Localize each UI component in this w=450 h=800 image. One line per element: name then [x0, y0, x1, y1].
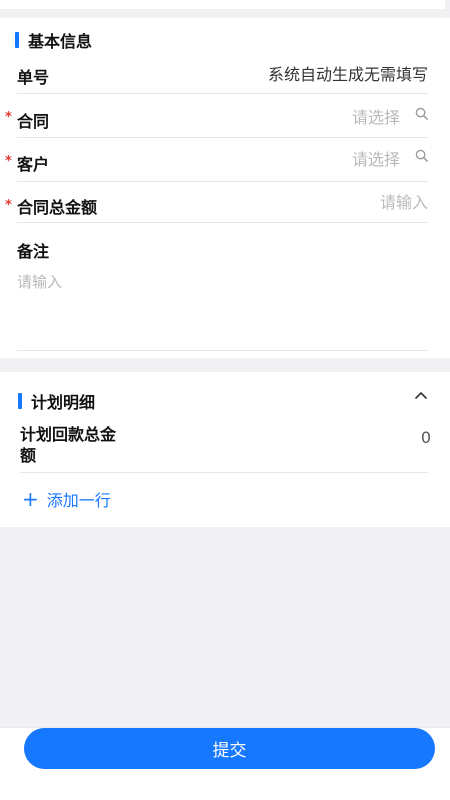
customer-label: 客户: [17, 155, 50, 174]
contract-total-row[interactable]: * 合同总金额 请输入: [0, 192, 450, 226]
required-mark: *: [5, 110, 12, 125]
plan-total-label: 计划回款总金 额: [20, 424, 116, 466]
plan-total-label-line2: 额: [20, 446, 37, 465]
contract-row[interactable]: * 合同 请选择: [0, 104, 450, 138]
section-title: 基本信息: [28, 32, 93, 51]
add-row-button[interactable]: + 添加一行: [22, 487, 111, 511]
required-mark: *: [5, 154, 12, 169]
section-title: 计划明细: [31, 393, 96, 412]
divider: [17, 137, 428, 138]
divider: [17, 350, 428, 351]
search-icon[interactable]: [415, 149, 428, 162]
customer-row[interactable]: * 客户 请选择: [0, 148, 450, 182]
form-page: 基本信息 单号 系统自动生成无需填写 * 合同 请选择 * 客户 请选择 * 合…: [0, 0, 450, 800]
plus-icon: +: [22, 487, 39, 511]
plan-total-label-line1: 计划回款总金: [20, 425, 117, 444]
customer-select[interactable]: 请选择: [352, 146, 400, 170]
plan-total-row: 计划回款总金 额 0: [0, 424, 450, 468]
remark-row: 备注: [0, 238, 450, 261]
divider: [17, 181, 428, 182]
contract-total-label: 合同总金额: [17, 198, 98, 217]
divider: [20, 472, 428, 473]
contract-select[interactable]: 请选择: [352, 104, 400, 128]
search-icon[interactable]: [415, 107, 428, 120]
contract-label: 合同: [17, 112, 50, 131]
order-no-value: 系统自动生成无需填写: [267, 65, 428, 84]
divider: [17, 222, 428, 223]
divider: [17, 93, 428, 94]
basic-info-header: 基本信息: [15, 28, 92, 52]
add-row-label: 添加一行: [46, 491, 111, 510]
section-accent-bar: [18, 393, 22, 409]
plan-total-value: 0: [420, 428, 431, 447]
required-mark: *: [5, 198, 12, 213]
contract-total-input[interactable]: 请输入: [380, 189, 428, 213]
remark-textarea[interactable]: 请输入: [17, 271, 62, 292]
order-no-row: 单号 系统自动生成无需填写: [0, 60, 450, 94]
order-no-label: 单号: [17, 68, 50, 87]
section-accent-bar: [15, 32, 19, 48]
plan-detail-header[interactable]: 计划明细: [18, 389, 95, 413]
submit-button[interactable]: 提交: [24, 728, 435, 769]
chevron-up-icon[interactable]: [414, 388, 428, 402]
top-strip: [0, 0, 445, 9]
remark-label: 备注: [17, 242, 50, 261]
